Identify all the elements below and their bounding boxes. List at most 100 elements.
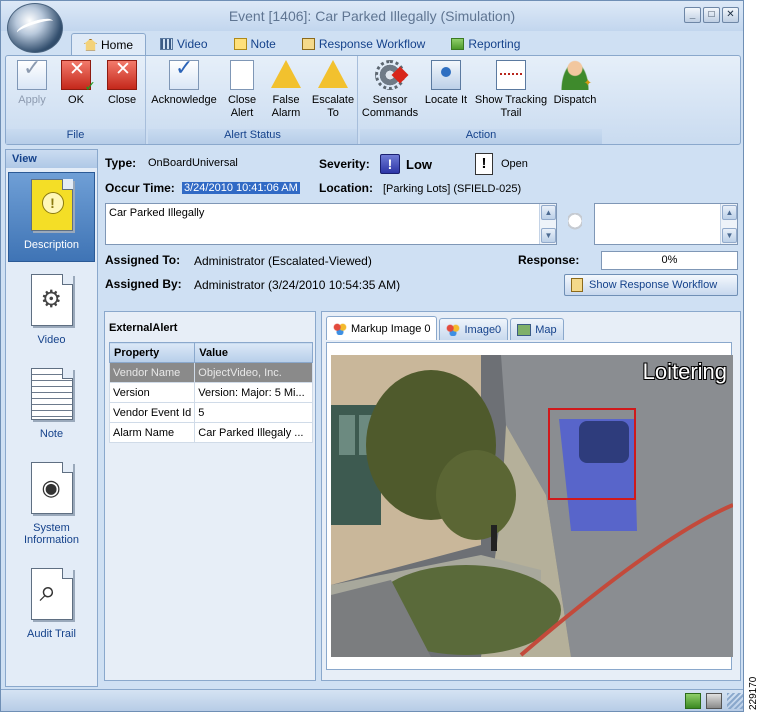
column-header-property[interactable]: Property (108, 342, 196, 363)
table-cell-property: Vendor Event Id (108, 402, 196, 423)
image-layers-icon (446, 323, 461, 336)
acknowledge-button[interactable]: Acknowledge (150, 60, 218, 107)
clipboard-icon (571, 278, 583, 292)
resize-grip-icon[interactable] (727, 693, 743, 709)
sidebar-item-system-information[interactable]: System Information (8, 456, 95, 552)
escalate-to-button[interactable]: Escalate To (310, 60, 356, 120)
tab-reporting[interactable]: Reporting (439, 33, 532, 55)
dispatch-person-icon (560, 60, 592, 90)
description-text: Car Parked Illegally (109, 207, 205, 219)
tab-video-label: Video (177, 37, 208, 51)
secondary-textarea[interactable]: ▲ ▼ (594, 203, 738, 245)
clipboard-icon (301, 38, 315, 50)
close-alert-label-2: Alert (230, 107, 254, 119)
acknowledge-icon (169, 60, 199, 90)
locate-icon (431, 60, 461, 90)
close-alert-button[interactable]: Close Alert (222, 60, 262, 120)
sensor-commands-label-2: Commands (361, 107, 419, 119)
view-sidebar: View Description Video Note System Infor… (5, 149, 98, 687)
ribbon-tabs: Home Video Note Response Workflow Report… (71, 33, 532, 55)
tab-response-workflow[interactable]: Response Workflow (290, 33, 438, 55)
show-tracking-trail-button[interactable]: Show Tracking Trail (474, 60, 548, 120)
refresh-status-icon[interactable] (685, 693, 701, 709)
tab-note-label: Note (250, 37, 276, 51)
tab-home-label: Home (101, 37, 134, 52)
table-row[interactable]: Vendor Event Id 5 (108, 402, 313, 423)
assigned-by-label: Assigned By: (105, 277, 182, 291)
tracking-trail-icon (496, 60, 526, 90)
window-controls: _ □ ✕ (684, 7, 739, 23)
sidebar-item-audit-trail[interactable]: Audit Trail (8, 562, 95, 646)
tracking-trail-label-1: Show Tracking (474, 94, 548, 106)
table-row[interactable]: Version Version: Major: 5 Mi... (108, 382, 313, 403)
table-row[interactable]: Alarm Name Car Parked Illegaly ... (108, 422, 313, 443)
sensor-commands-button[interactable]: Sensor Commands (362, 60, 418, 120)
severity-value: Low (406, 157, 432, 172)
printer-icon[interactable] (706, 693, 722, 709)
tab-video[interactable]: Video (148, 33, 219, 55)
escalate-label-2: To (327, 107, 339, 119)
event-details: Type: OnBoardUniversal Severity: ! Low !… (102, 149, 741, 307)
audit-trail-magnifier-icon (30, 568, 73, 620)
escalate-icon (318, 60, 348, 88)
tab-response-workflow-label: Response Workflow (318, 37, 426, 51)
event-window: Event [1406]: Car Parked Illegally (Simu… (0, 0, 744, 712)
lightbulb-icon (568, 213, 582, 233)
group-label-action: Action (360, 129, 602, 144)
occur-time-value[interactable]: 3/24/2010 10:41:06 AM (182, 182, 300, 194)
close-button[interactable]: Close (104, 60, 140, 107)
note-icon (233, 38, 247, 50)
tab-note[interactable]: Note (222, 33, 288, 55)
map-icon (517, 323, 532, 336)
app-menu-orb-icon[interactable] (7, 3, 63, 53)
table-cell-property: Alarm Name (108, 422, 196, 443)
sidebar-item-system-label-1: System (33, 522, 70, 534)
apply-button[interactable]: Apply (14, 60, 50, 107)
dispatch-button[interactable]: Dispatch (552, 60, 598, 107)
close-window-button[interactable]: ✕ (722, 7, 739, 23)
scroll-down-button[interactable]: ▼ (541, 228, 556, 243)
maximize-button[interactable]: □ (703, 7, 720, 23)
tab-markup-image-0-label: Markup Image 0 (351, 322, 431, 335)
group-label-file: File (6, 129, 145, 144)
secondary-scrollbar[interactable]: ▲ ▼ (720, 204, 737, 244)
title-bar: Event [1406]: Car Parked Illegally (Simu… (1, 1, 743, 31)
tab-map[interactable]: Map (510, 318, 564, 340)
open-status-icon: ! (475, 153, 493, 175)
surveillance-scene (331, 355, 733, 657)
secondary-scroll-up-button[interactable]: ▲ (722, 205, 737, 220)
tab-image0[interactable]: Image0 (439, 318, 509, 340)
sidebar-item-description-label: Description (23, 239, 80, 251)
occur-time-label: Occur Time: (105, 181, 175, 195)
table-header-row: Property Value (108, 342, 313, 363)
ok-button[interactable]: OK (58, 60, 96, 107)
tab-markup-image-0[interactable]: Markup Image 0 (326, 316, 438, 340)
external-alert-panel: ExternalAlert Property Value Vendor Name… (104, 311, 316, 681)
sidebar-item-audit-trail-label: Audit Trail (27, 628, 76, 640)
sidebar-item-video[interactable]: Video (8, 268, 95, 352)
acknowledge-label: Acknowledge (151, 94, 217, 106)
table-cell-value: Car Parked Illegaly ... (194, 422, 313, 443)
show-response-workflow-button[interactable]: Show Response Workflow (564, 274, 738, 296)
false-alarm-label-2: Alarm (271, 107, 301, 119)
table-cell-value: 5 (194, 402, 313, 423)
ribbon-group-alert-status: Acknowledge Close Alert False Alarm Esca… (148, 56, 358, 144)
table-row[interactable]: Vendor Name ObjectVideo, Inc. (108, 362, 313, 383)
home-icon (84, 38, 97, 51)
false-alarm-label-1: False (272, 94, 300, 106)
tab-home[interactable]: Home (71, 33, 147, 55)
locate-it-button[interactable]: Locate It (422, 60, 470, 107)
false-alarm-button[interactable]: False Alarm (266, 60, 306, 120)
film-icon (160, 38, 174, 50)
view-sidebar-header: View (6, 150, 97, 168)
description-scrollbar[interactable]: ▲ ▼ (539, 204, 556, 244)
sidebar-item-description[interactable]: Description (8, 172, 95, 262)
minimize-button[interactable]: _ (684, 7, 701, 23)
scroll-up-button[interactable]: ▲ (541, 205, 556, 220)
sidebar-item-note[interactable]: Note (8, 362, 95, 446)
column-header-value[interactable]: Value (194, 342, 313, 363)
image-tabs: Markup Image 0 Image0 Map (326, 316, 564, 340)
window-title: Event [1406]: Car Parked Illegally (Simu… (228, 8, 516, 24)
description-textarea[interactable]: Car Parked Illegally ▲ ▼ (105, 203, 557, 245)
secondary-scroll-down-button[interactable]: ▼ (722, 228, 737, 243)
